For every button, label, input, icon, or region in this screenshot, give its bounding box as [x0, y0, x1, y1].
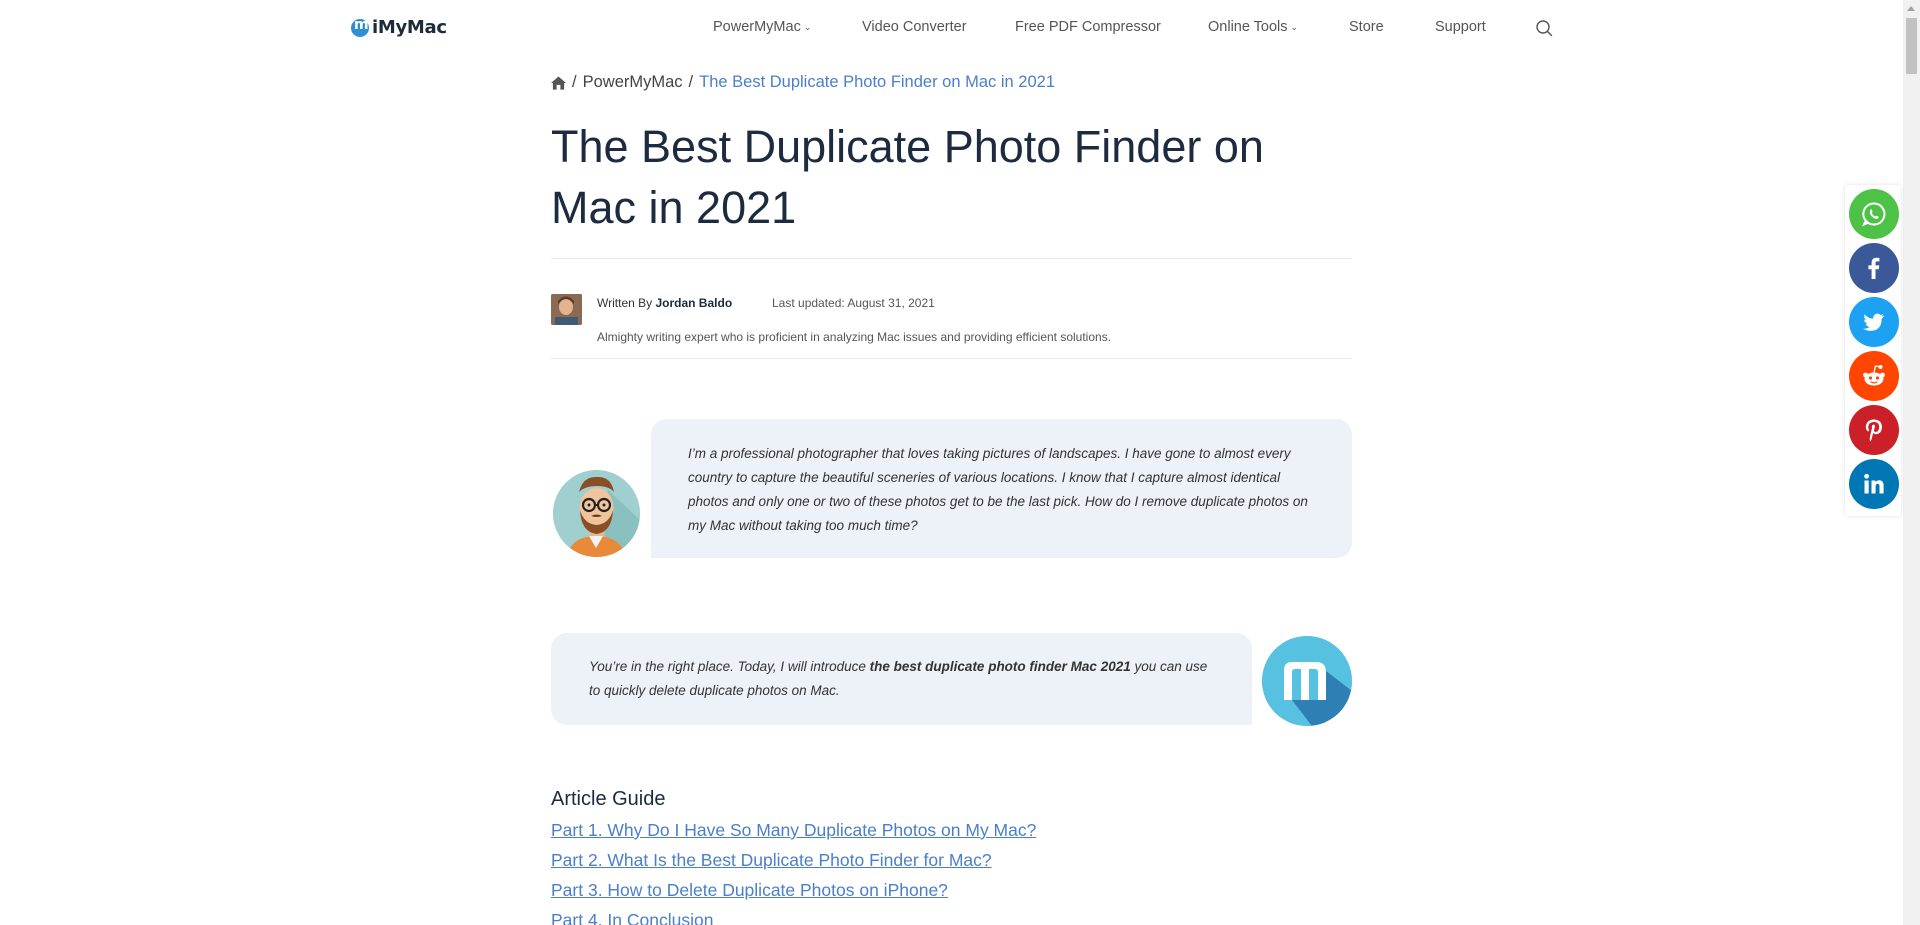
imymac-m-logo-icon — [1262, 636, 1352, 726]
last-updated: Last updated: August 31, 2021 — [772, 296, 935, 310]
author-bio: Almighty writing expert who is proficien… — [597, 330, 1112, 344]
share-twitter-button[interactable] — [1849, 297, 1899, 347]
search-icon[interactable] — [1535, 19, 1553, 37]
author-name[interactable]: Jordan Baldo — [655, 296, 732, 310]
twitter-icon — [1863, 313, 1884, 331]
scroll-thumb[interactable] — [1906, 18, 1917, 74]
article-guide-title: Article Guide — [551, 788, 666, 810]
hipster-avatar-illustration — [553, 470, 640, 557]
guide-link-part-4[interactable]: Part 4. In Conclusion — [551, 910, 713, 925]
facebook-icon — [1868, 257, 1880, 279]
divider — [551, 258, 1352, 259]
nav-support[interactable]: Support — [1435, 19, 1486, 35]
user-avatar — [553, 470, 640, 557]
breadcrumb-item-powermymac[interactable]: PowerMyMac — [583, 73, 683, 92]
guide-link-part-2[interactable]: Part 2. What Is the Best Duplicate Photo… — [551, 850, 992, 871]
page-title: The Best Duplicate Photo Finder on Mac i… — [551, 121, 1264, 233]
page-scrollbar[interactable] — [1903, 0, 1920, 925]
imymac-logo-icon — [351, 17, 369, 37]
logo-text: iMyMac — [372, 17, 447, 38]
home-icon[interactable] — [551, 75, 566, 90]
imymac-brand-avatar — [1262, 636, 1352, 726]
reddit-icon — [1863, 365, 1885, 386]
breadcrumb-separator: / — [572, 73, 577, 91]
share-reddit-button[interactable] — [1849, 351, 1899, 401]
social-share-panel — [1845, 185, 1901, 516]
nav-powermymac[interactable]: PowerMyMac ⌄ — [713, 19, 811, 35]
breadcrumb-separator: / — [688, 73, 694, 91]
share-whatsapp-button[interactable] — [1849, 189, 1899, 239]
reply-bubble: You’re in the right place. Today, I will… — [551, 633, 1252, 725]
linkedin-icon — [1864, 473, 1884, 494]
guide-link-part-3[interactable]: Part 3. How to Delete Duplicate Photos o… — [551, 880, 948, 901]
breadcrumb: / PowerMyMac / The Best Duplicate Photo … — [551, 73, 1055, 92]
breadcrumb-current[interactable]: The Best Duplicate Photo Finder on Mac i… — [699, 73, 1055, 92]
nav-free-pdf-compressor[interactable]: Free PDF Compressor — [1015, 19, 1161, 35]
site-header: iMyMac PowerMyMac⌄ Video Converter Free … — [0, 0, 1900, 56]
chevron-down-icon: ⌄ — [1290, 22, 1299, 32]
share-linkedin-button[interactable] — [1849, 459, 1899, 509]
author-byline: Written By Jordan Baldo — [597, 296, 733, 310]
pinterest-icon — [1865, 419, 1882, 442]
whatsapp-icon — [1862, 202, 1886, 227]
author-photo — [551, 294, 582, 325]
nav-video-converter[interactable]: Video Converter — [862, 19, 967, 35]
reply-keyword: the best duplicate photo finder Mac 2021 — [869, 659, 1131, 674]
guide-link-part-1[interactable]: Part 1. Why Do I Have So Many Duplicate … — [551, 820, 1036, 841]
share-facebook-button[interactable] — [1849, 243, 1899, 293]
chevron-down-icon: ⌄ — [803, 22, 812, 32]
site-logo[interactable]: iMyMac — [351, 17, 447, 38]
share-pinterest-button[interactable] — [1849, 405, 1899, 455]
scroll-up-arrow-icon[interactable] — [1907, 6, 1915, 11]
author-avatar[interactable] — [551, 294, 582, 325]
nav-online-tools[interactable]: Online Tools ⌄ — [1208, 19, 1298, 35]
nav-store[interactable]: Store — [1349, 19, 1384, 35]
user-question-bubble: I’m a professional photographer that lov… — [651, 419, 1352, 558]
divider — [551, 358, 1352, 359]
